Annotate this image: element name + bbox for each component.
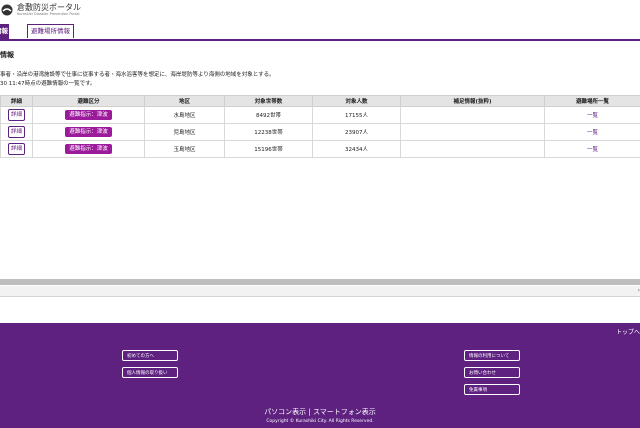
footer-link-disclaimer[interactable]: 免責事項 (464, 384, 520, 395)
table-row: 詳細 避難指示：津波 児島地区 12238世帯 23907人 一覧 (0, 123, 640, 141)
footer-link-usage[interactable]: 情報の利用について (464, 350, 520, 361)
table-header-row: 詳細 避難区分 地区 対象世帯数 対象人数 補足情報(抜粋) 避難場所一覧 (0, 95, 640, 107)
separator-bar (0, 279, 640, 285)
view-mode-switch[interactable]: パソコン表示 | スマートフォン表示 (0, 407, 640, 417)
back-to-top-link[interactable]: トップへ (616, 327, 640, 336)
logo-icon (1, 4, 13, 16)
table-row: 詳細 避難指示：津波 玉島地区 15196世帯 32434人 一覧 (0, 140, 640, 158)
col-header-district: 地区 (144, 95, 225, 107)
col-header-shelter-list: 避難場所一覧 (544, 95, 640, 107)
evacuation-table: 詳細 避難区分 地区 対象世帯数 対象人数 補足情報(抜粋) 避難場所一覧 詳細… (0, 95, 640, 158)
detail-button[interactable]: 詳細 (7, 143, 25, 155)
col-header-people: 対象人数 (312, 95, 401, 107)
evacuation-category-badge: 避難指示：津波 (65, 144, 112, 154)
footer-link-privacy[interactable]: 個人情報の取り扱い (122, 367, 178, 378)
evacuation-category-badge: 避難指示：津波 (65, 127, 112, 137)
footer-link-first-visit[interactable]: 初めての方へ (122, 350, 178, 361)
site-footer: トップへ 初めての方へ 個人情報の取り扱い 情報の利用について お問い合わせ 免… (0, 323, 640, 428)
timestamp-text: 30 11:47時点の避難情報の一覧です。 (0, 81, 96, 87)
tab-shelter-info[interactable]: 避難場所情報 (27, 24, 74, 38)
site-header: 倉敷防災ポータル Kurashiki Disaster Prevention P… (0, 0, 640, 22)
table-row: 詳細 避難指示：津波 水島地区 8492世帯 17155人 一覧 (0, 106, 640, 124)
col-header-note: 補足情報(抜粋) (400, 95, 545, 107)
tab-info[interactable]: 情報 (0, 24, 9, 39)
households-cell: 15196世帯 (224, 140, 313, 158)
evacuation-category-badge: 避難指示：津波 (65, 110, 112, 120)
note-cell (400, 106, 545, 124)
shelter-list-link[interactable]: 一覧 (587, 130, 598, 136)
tab-bar: 情報 避難場所情報 (0, 22, 640, 41)
households-cell: 8492世帯 (224, 106, 313, 124)
people-cell: 17155人 (312, 106, 401, 124)
detail-button[interactable]: 詳細 (7, 109, 25, 121)
shelter-list-link[interactable]: 一覧 (587, 147, 598, 153)
district-cell: 玉島地区 (144, 140, 225, 158)
copyright-text: Copyright © Kurashiki City. All Rights R… (266, 419, 374, 424)
description-text: 事者・沿岸の港湾施設等で仕事に従事する者・海水浴客等を想定に、海岸堤防等より海側… (0, 72, 275, 78)
detail-button[interactable]: 詳細 (7, 126, 25, 138)
households-cell: 12238世帯 (224, 123, 313, 141)
site-subtitle: Kurashiki Disaster Prevention Portal (17, 12, 80, 16)
note-cell (400, 123, 545, 141)
col-header-category: 避難区分 (32, 95, 145, 107)
col-header-households: 対象世帯数 (224, 95, 313, 107)
horizontal-scrollbar[interactable]: › (0, 286, 640, 297)
note-cell (400, 140, 545, 158)
people-cell: 32434人 (312, 140, 401, 158)
col-header-detail: 詳細 (0, 95, 33, 107)
district-cell: 児島地区 (144, 123, 225, 141)
shelter-list-link[interactable]: 一覧 (587, 113, 598, 119)
footer-link-contact[interactable]: お問い合わせ (464, 367, 520, 378)
people-cell: 23907人 (312, 123, 401, 141)
district-cell: 水島地区 (144, 106, 225, 124)
section-title: 情報 (0, 51, 14, 59)
